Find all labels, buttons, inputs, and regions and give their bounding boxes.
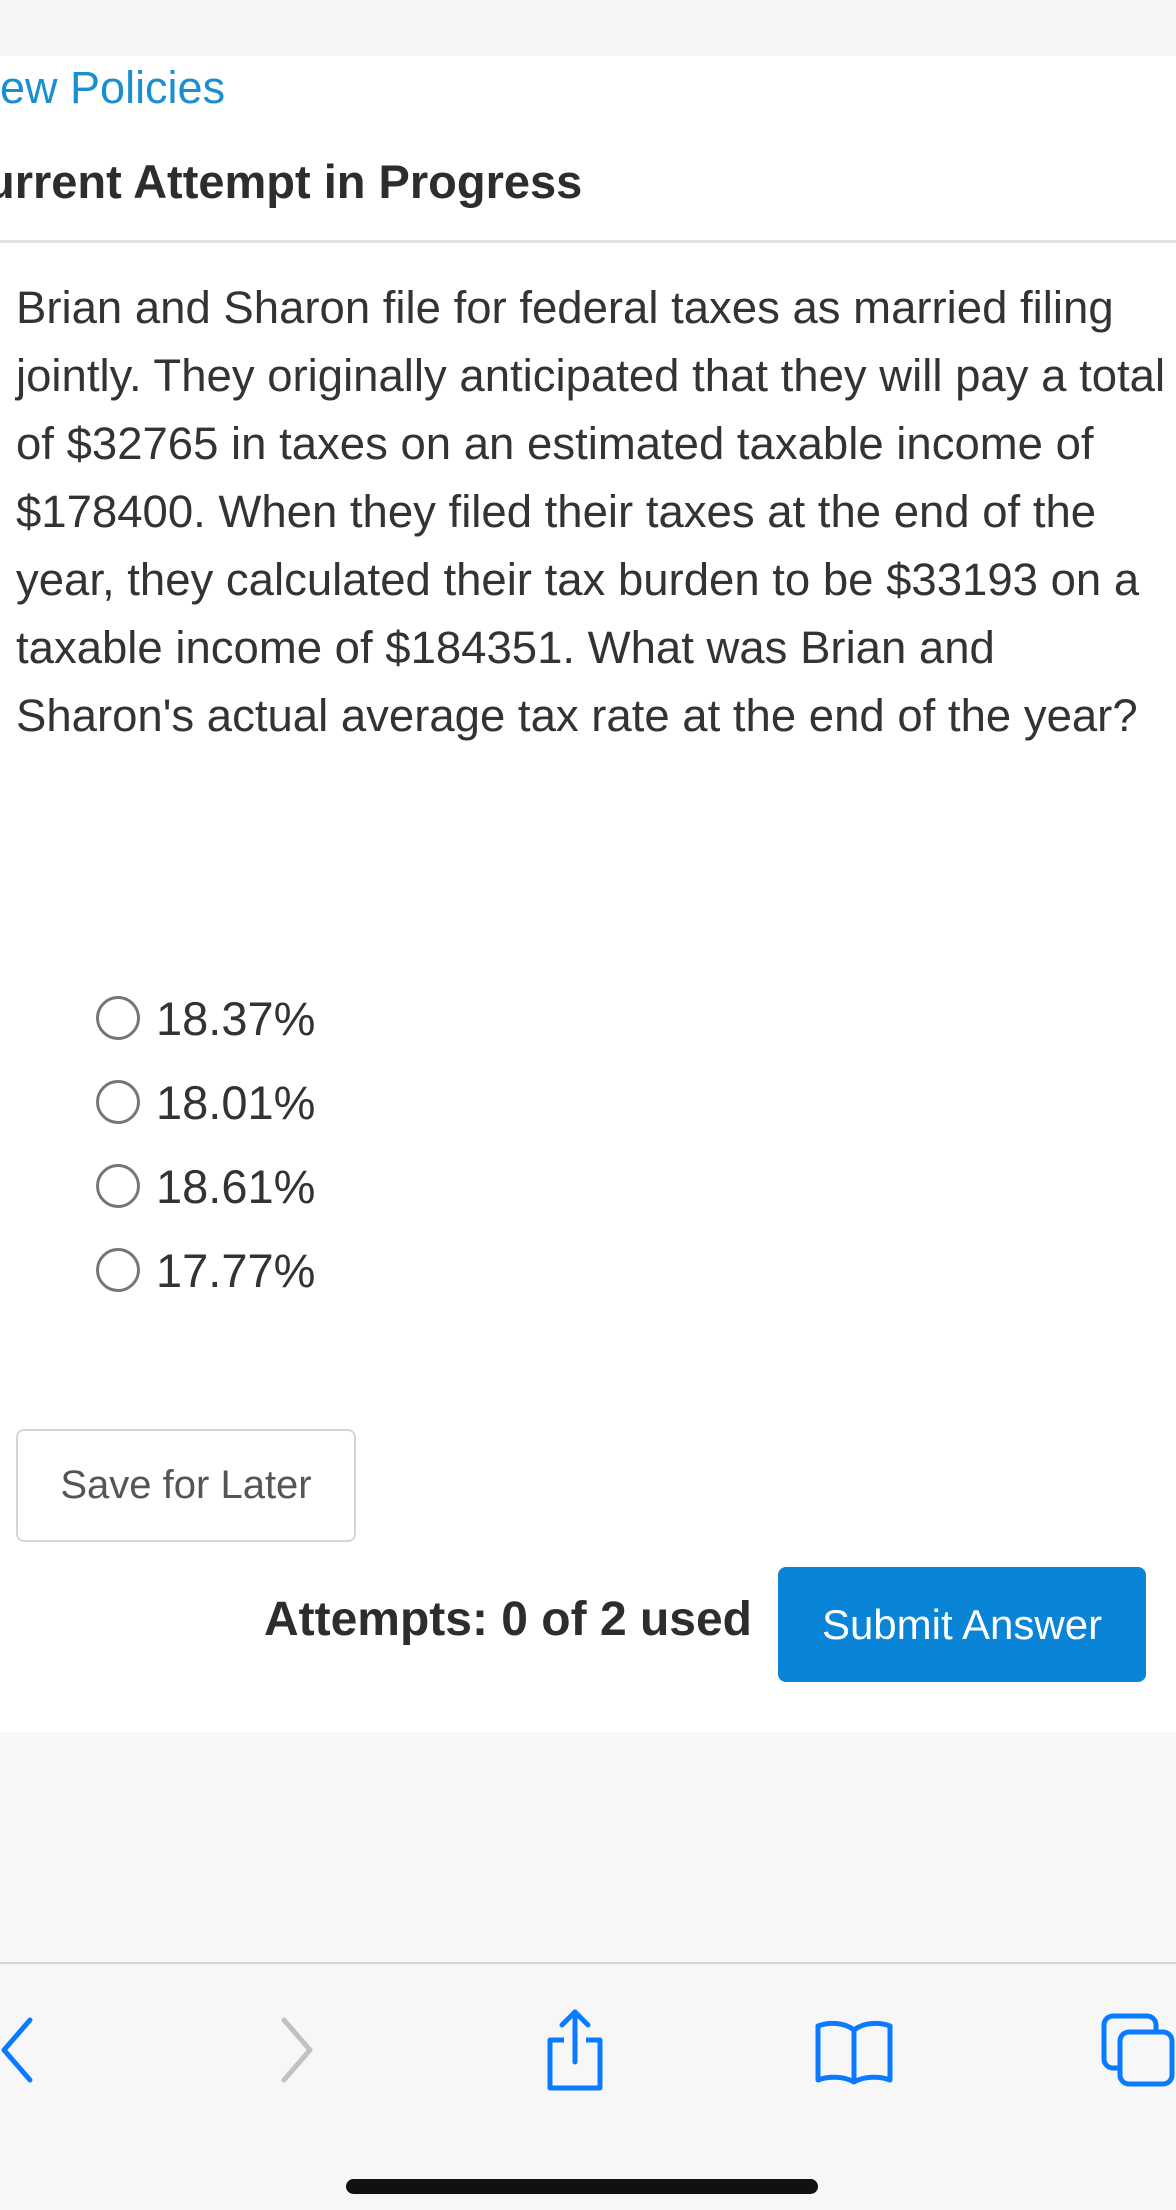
radio-button[interactable]: [96, 1164, 140, 1208]
question-text: Brian and Sharon file for federal taxes …: [16, 282, 1166, 741]
radio-button[interactable]: [96, 1248, 140, 1292]
answer-option-label: 17.77%: [156, 1243, 316, 1297]
answer-option[interactable]: 18.37%: [96, 976, 315, 1060]
answer-option[interactable]: 18.01%: [96, 1060, 315, 1144]
tabs-icon[interactable]: [1100, 2012, 1176, 2093]
answer-option-label: 18.61%: [156, 1159, 316, 1213]
forward-icon[interactable]: [276, 2014, 316, 2091]
view-policies-link[interactable]: iew Policies: [0, 62, 225, 114]
answer-options: 18.37% 18.01% 18.61% 17.77%: [96, 976, 315, 1312]
radio-button[interactable]: [96, 1080, 140, 1124]
answer-option-label: 18.37%: [156, 991, 316, 1045]
attempt-status-heading: urrent Attempt in Progress: [0, 155, 583, 208]
answer-option-label: 18.01%: [156, 1075, 316, 1129]
save-for-later-button[interactable]: Save for Later: [16, 1429, 356, 1542]
radio-button[interactable]: [96, 996, 140, 1040]
share-icon[interactable]: [542, 2008, 608, 2097]
top-strip: [0, 0, 1176, 56]
home-indicator: [346, 2179, 818, 2194]
back-icon[interactable]: [0, 2014, 40, 2091]
header-divider: [0, 240, 1176, 243]
submit-answer-button[interactable]: Submit Answer: [778, 1567, 1146, 1682]
answer-option[interactable]: 18.61%: [96, 1144, 315, 1228]
answer-option[interactable]: 17.77%: [96, 1228, 315, 1312]
browser-toolbar: [0, 1962, 1176, 2210]
attempts-counter: Attempts: 0 of 2 used: [263, 1593, 752, 1646]
bookmarks-icon[interactable]: [814, 2016, 894, 2091]
